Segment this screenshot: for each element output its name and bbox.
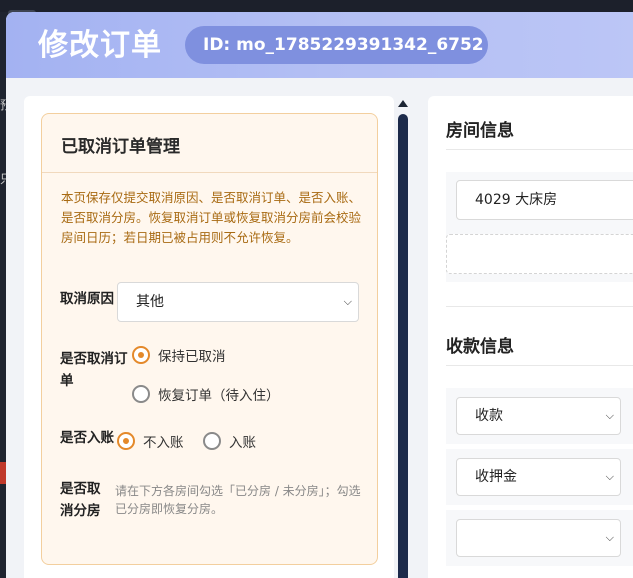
- room-input[interactable]: 4029 大床房: [456, 180, 633, 220]
- cancel-reason-label: 取消原因: [60, 291, 114, 307]
- payment-row: ⌵: [446, 510, 633, 566]
- radio-checked-icon: [132, 346, 150, 364]
- scrollbar[interactable]: [396, 96, 410, 578]
- radio-restore-order[interactable]: 恢复订单（待入住）: [132, 384, 280, 404]
- section-divider: [42, 172, 377, 173]
- payment-type-value: 收款: [475, 408, 503, 424]
- radio-keep-cancelled[interactable]: 保持已取消: [132, 345, 226, 365]
- modal-title: 修改订单: [38, 28, 162, 63]
- section-title: 已取消订单管理: [61, 137, 180, 157]
- chevron-down-icon: ⌵: [605, 531, 614, 544]
- payment-type-select[interactable]: ⌵: [456, 519, 621, 557]
- radio-label: 不入账: [143, 435, 184, 451]
- scroll-up-arrow-icon[interactable]: [398, 100, 408, 107]
- radio-checked-icon: [117, 432, 135, 450]
- cancel-room-hint: 请在下方各房间勾选「已分房 / 未分房」；勾选已分房即恢复分房。: [115, 484, 361, 516]
- cancel-room-label: 是否取消分房: [60, 481, 101, 519]
- room-info-title: 房间信息: [446, 121, 514, 141]
- payment-row: 收款 ⌵: [446, 388, 633, 444]
- section-divider: [446, 149, 633, 150]
- cancel-order-label: 是否取消订单: [60, 351, 128, 389]
- radio-unchecked-icon: [132, 385, 150, 403]
- section-divider: [446, 365, 633, 366]
- radio-label: 保持已取消: [158, 349, 226, 365]
- payment-type-value: 收押金: [475, 469, 517, 485]
- radio-label: 入账: [229, 435, 256, 451]
- cancelled-order-section: 已取消订单管理 本页保存仅提交取消原因、是否取消订单、是否入账、是否取消分房。恢…: [41, 113, 378, 565]
- room-add-area[interactable]: [446, 234, 633, 274]
- cancel-reason-value: 其他: [136, 294, 164, 310]
- chevron-down-icon: ⌵: [605, 409, 614, 422]
- chevron-down-icon: ⌵: [343, 295, 352, 308]
- chevron-down-icon: ⌵: [605, 470, 614, 483]
- right-panel: 房间信息 4029 大床房 收款信息 收款 ⌵ 收押金 ⌵ ⌵: [428, 96, 633, 578]
- payment-row: 收押金 ⌵: [446, 449, 633, 505]
- section-divider: [446, 306, 633, 307]
- radio-post[interactable]: 入账: [203, 431, 256, 451]
- notice-text: 本页保存仅提交取消原因、是否取消订单、是否入账、是否取消分房。恢复取消订单或恢复…: [61, 190, 362, 245]
- room-card: 4029 大床房: [446, 172, 633, 282]
- payment-info-title: 收款信息: [446, 337, 514, 357]
- payment-type-select[interactable]: 收款 ⌵: [456, 397, 621, 435]
- background-app-topbar: [0, 0, 633, 12]
- scroll-thumb[interactable]: [398, 114, 408, 578]
- order-id-badge: ID: mo_1785229391342_6752: [185, 26, 488, 64]
- edit-order-modal: 修改订单 ID: mo_1785229391342_6752 已取消订单管理 本…: [6, 12, 633, 578]
- modal-header: 修改订单 ID: mo_1785229391342_6752: [6, 12, 633, 78]
- left-panel: 已取消订单管理 本页保存仅提交取消原因、是否取消订单、是否入账、是否取消分房。恢…: [24, 96, 394, 578]
- payment-type-select[interactable]: 收押金 ⌵: [456, 458, 621, 496]
- radio-label: 恢复订单（待入住）: [158, 388, 280, 404]
- radio-unchecked-icon: [203, 432, 221, 450]
- radio-not-post[interactable]: 不入账: [117, 431, 184, 451]
- post-label: 是否入账: [60, 430, 114, 446]
- cancel-reason-select[interactable]: 其他 ⌵: [117, 282, 359, 322]
